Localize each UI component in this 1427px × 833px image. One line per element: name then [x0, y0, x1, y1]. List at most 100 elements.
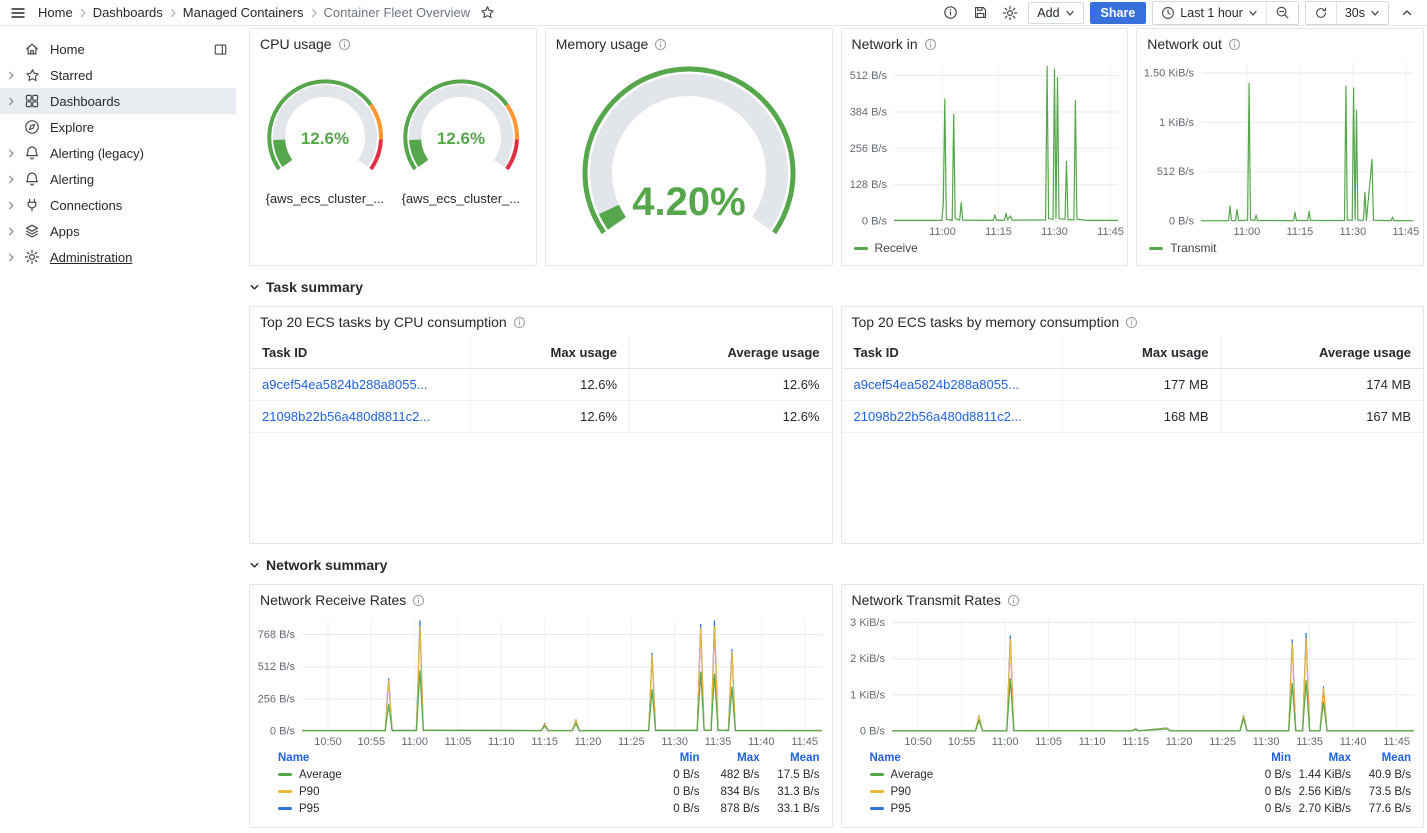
svg-text:128 B/s: 128 B/s: [849, 179, 887, 191]
column-header-average-usage[interactable]: Average usage: [1221, 337, 1423, 369]
panel-title[interactable]: Top 20 ECS tasks by CPU consumption: [260, 314, 507, 330]
column-header-average-usage[interactable]: Average usage: [630, 337, 832, 369]
favorite-star-icon[interactable]: [475, 2, 499, 24]
dashboard-info-icon[interactable]: [938, 2, 962, 24]
refresh-interval-dropdown[interactable]: 30s: [1336, 2, 1388, 24]
dock-menu-icon[interactable]: [213, 42, 228, 57]
star-icon: [22, 68, 42, 83]
info-icon[interactable]: [338, 38, 351, 51]
svg-text:11:25: 11:25: [618, 736, 645, 748]
sidebar-item-home[interactable]: Home: [0, 36, 236, 62]
gear-icon: [22, 249, 42, 265]
share-button[interactable]: Share: [1090, 2, 1147, 24]
sidebar-item-alerting-legacy[interactable]: Alerting (legacy): [0, 140, 236, 166]
legend-series-name[interactable]: Average: [299, 769, 342, 781]
expand-chevron-icon[interactable]: [4, 148, 19, 159]
legend-header-mean[interactable]: Mean: [760, 750, 820, 766]
column-header-task-id[interactable]: Task ID: [250, 337, 471, 369]
legend-header-mean[interactable]: Mean: [1351, 750, 1411, 766]
info-icon[interactable]: [1228, 38, 1241, 51]
sidebar-item-starred[interactable]: Starred: [0, 62, 236, 88]
average-usage-value: 167 MB: [1221, 401, 1423, 433]
info-icon[interactable]: [412, 594, 425, 607]
zoom-out-icon[interactable]: [1266, 2, 1298, 24]
sidebar-item-connections[interactable]: Connections: [0, 192, 236, 218]
refresh-icon[interactable]: [1306, 2, 1336, 24]
column-header-max-usage[interactable]: Max usage: [1062, 337, 1221, 369]
legend-header-min[interactable]: Min: [640, 750, 700, 766]
save-icon[interactable]: [968, 2, 992, 24]
column-header-task-id[interactable]: Task ID: [842, 337, 1063, 369]
legend-header-name[interactable]: Name: [278, 750, 640, 766]
sidebar-item-dashboards[interactable]: Dashboards: [0, 88, 236, 114]
breadcrumb: Home Dashboards Managed Containers Conta…: [38, 2, 499, 24]
panel-title[interactable]: Network Transmit Rates: [852, 592, 1001, 608]
sidebar-item-explore[interactable]: Explore: [0, 114, 236, 140]
legend-header-min[interactable]: Min: [1231, 750, 1291, 766]
task-id-link[interactable]: 21098b22b56a480d8811c2...: [262, 409, 430, 424]
menu-icon[interactable]: [6, 2, 30, 24]
expand-chevron-icon[interactable]: [4, 226, 19, 237]
svg-text:384 B/s: 384 B/s: [849, 107, 887, 119]
legend-header-max[interactable]: Max: [700, 750, 760, 766]
expand-chevron-icon[interactable]: [4, 252, 19, 263]
panel-top-memory-tasks: Top 20 ECS tasks by memory consumption T…: [841, 306, 1425, 544]
breadcrumb-current[interactable]: Container Fleet Overview: [324, 5, 471, 20]
legend-series-name[interactable]: P90: [299, 786, 319, 798]
expand-chevron-icon[interactable]: [4, 96, 19, 107]
legend-header-max[interactable]: Max: [1291, 750, 1351, 766]
legend-row: Average 0 B/s 1.44 KiB/s 40.9 B/s: [870, 766, 1412, 783]
sidebar-item-alerting[interactable]: Alerting: [0, 166, 236, 192]
panel-title[interactable]: Network in: [852, 36, 918, 52]
svg-text:11:30: 11:30: [1340, 226, 1367, 238]
section-network-summary[interactable]: Network summary: [249, 552, 1424, 578]
add-button[interactable]: Add: [1028, 2, 1083, 24]
info-icon[interactable]: [1125, 316, 1138, 329]
section-task-summary[interactable]: Task summary: [249, 274, 1424, 300]
task-id-link[interactable]: a9cef54ea5824b288a8055...: [854, 377, 1020, 392]
breadcrumb-dashboards[interactable]: Dashboards: [93, 5, 163, 20]
memory-task-table: Task ID Max usage Average usage a9cef54e…: [842, 337, 1424, 433]
breadcrumb-home[interactable]: Home: [38, 5, 73, 20]
legend-row: P95 0 B/s 2.70 KiB/s 77.6 B/s: [870, 800, 1412, 817]
svg-text:256 B/s: 256 B/s: [849, 143, 887, 155]
sidebar-item-administration[interactable]: Administration: [0, 244, 236, 270]
legend-series-receive[interactable]: Receive: [875, 241, 918, 255]
panel-title[interactable]: Network out: [1147, 36, 1222, 52]
sidebar-item-apps[interactable]: Apps: [0, 218, 236, 244]
network-in-chart[interactable]: 0 B/s128 B/s256 B/s384 B/s512 B/s11:0011…: [844, 55, 1126, 239]
info-icon[interactable]: [513, 316, 526, 329]
expand-chevron-icon[interactable]: [4, 70, 19, 81]
column-header-max-usage[interactable]: Max usage: [471, 337, 630, 369]
panel-title[interactable]: Network Receive Rates: [260, 592, 406, 608]
network-out-chart[interactable]: 0 B/s512 B/s1 KiB/s1.50 KiB/s11:0011:151…: [1139, 55, 1421, 239]
info-icon[interactable]: [654, 38, 667, 51]
svg-text:11:10: 11:10: [1078, 736, 1105, 748]
panel-title[interactable]: Top 20 ECS tasks by memory consumption: [852, 314, 1120, 330]
breadcrumb-folder[interactable]: Managed Containers: [183, 5, 304, 20]
max-usage-value: 12.6%: [471, 401, 630, 433]
info-icon[interactable]: [1007, 594, 1020, 607]
receive-rates-chart[interactable]: 0 B/s256 B/s512 B/s768 B/s10:5010:5511:0…: [252, 611, 830, 749]
svg-text:11:30: 11:30: [1041, 226, 1068, 238]
expand-chevron-icon[interactable]: [4, 174, 19, 185]
task-id-link[interactable]: a9cef54ea5824b288a8055...: [262, 377, 428, 392]
collapse-controls-icon[interactable]: [1395, 2, 1419, 24]
legend-series-name[interactable]: P90: [891, 786, 911, 798]
time-range-picker[interactable]: Last 1 hour: [1153, 2, 1266, 24]
legend-header-name[interactable]: Name: [870, 750, 1232, 766]
legend-series-name[interactable]: P95: [891, 803, 911, 815]
svg-text:10:55: 10:55: [358, 736, 386, 748]
info-icon[interactable]: [924, 38, 937, 51]
transmit-rates-chart[interactable]: 0 B/s1 KiB/s2 KiB/s3 KiB/s10:5010:5511:0…: [844, 611, 1422, 749]
svg-text:11:40: 11:40: [1339, 736, 1366, 748]
settings-gear-icon[interactable]: [998, 2, 1022, 24]
panel-title[interactable]: Memory usage: [556, 36, 649, 52]
svg-text:11:00: 11:00: [1234, 226, 1261, 238]
legend-series-transmit[interactable]: Transmit: [1170, 241, 1216, 255]
legend-series-name[interactable]: Average: [891, 769, 934, 781]
panel-title[interactable]: CPU usage: [260, 36, 332, 52]
legend-series-name[interactable]: P95: [299, 803, 319, 815]
task-id-link[interactable]: 21098b22b56a480d8811c2...: [854, 409, 1022, 424]
expand-chevron-icon[interactable]: [4, 200, 19, 211]
